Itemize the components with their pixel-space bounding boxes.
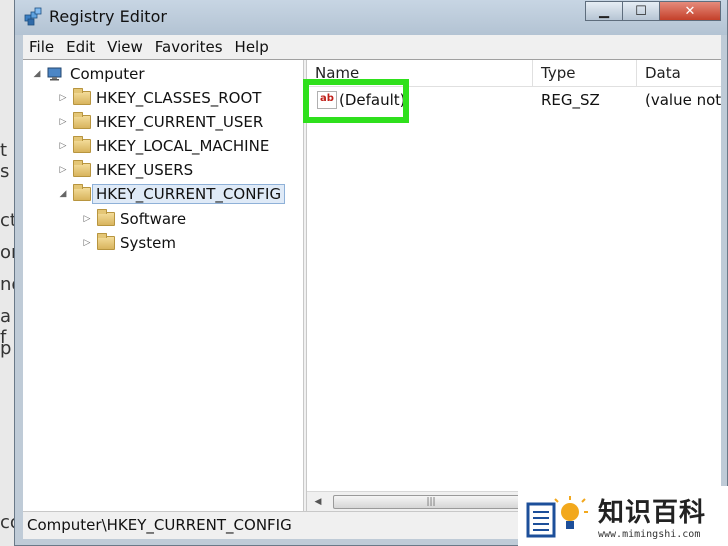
key-tree-pane: ◢ Computer ▷ HKEY_CLASSES_ROOT ▷ HKEY_CU… [23, 60, 303, 512]
tree-item-label-selected: HKEY_CURRENT_CONFIG [92, 184, 286, 204]
expanded-arrow-icon[interactable]: ◢ [57, 189, 69, 199]
tree-item-label: HKEY_CURRENT_USER [96, 113, 264, 131]
tree-item-hkey-users[interactable]: ▷ HKEY_USERS [57, 159, 193, 181]
tree-item-software[interactable]: ▷ Software [81, 208, 186, 230]
collapsed-arrow-icon[interactable]: ▷ [57, 141, 69, 151]
maximize-button[interactable]: ☐ [622, 1, 660, 21]
background-text: p [0, 338, 12, 359]
tree-item-hkey-current-user[interactable]: ▷ HKEY_CURRENT_USER [57, 111, 263, 133]
folder-icon [73, 88, 91, 105]
close-button[interactable]: ✕ [659, 1, 721, 21]
value-type: REG_SZ [541, 91, 600, 109]
scroll-left-arrow-icon[interactable]: ◀ [309, 492, 327, 512]
computer-icon [47, 67, 62, 81]
highlight-annotation [303, 79, 409, 123]
folder-icon [97, 233, 115, 250]
tree-item-computer[interactable]: ◢ Computer [31, 63, 145, 85]
menu-help[interactable]: Help [229, 38, 275, 56]
title-bar[interactable]: Registry Editor ▁ ☐ ✕ [15, 0, 727, 35]
tree-item-label: HKEY_CLASSES_ROOT [96, 89, 262, 107]
tree-item-label: System [120, 234, 176, 252]
collapsed-arrow-icon[interactable]: ▷ [57, 117, 69, 127]
registry-editor-window: Registry Editor ▁ ☐ ✕ File Edit View Fav… [14, 0, 728, 546]
folder-icon [73, 184, 91, 201]
column-header-type[interactable]: Type [533, 60, 637, 86]
folder-icon [97, 209, 115, 226]
registry-editor-icon [24, 7, 42, 26]
collapsed-arrow-icon[interactable]: ▷ [57, 165, 69, 175]
value-data: (value not s [645, 91, 721, 109]
watermark-url: www.mimingshi.com [598, 529, 701, 540]
window-title: Registry Editor [49, 7, 167, 26]
expanded-arrow-icon[interactable]: ◢ [31, 69, 43, 79]
scrollbar-thumb[interactable]: ||| [333, 495, 529, 509]
menu-file[interactable]: File [23, 38, 60, 56]
tree-item-label: HKEY_USERS [96, 161, 194, 179]
minimize-button[interactable]: ▁ [585, 1, 623, 21]
tree-item-label: Computer [70, 65, 145, 83]
folder-icon [73, 160, 91, 177]
value-list-pane: Name Type Data ab (Default) REG_SZ (valu… [303, 60, 721, 512]
collapsed-arrow-icon[interactable]: ▷ [57, 93, 69, 103]
collapsed-arrow-icon[interactable]: ▷ [81, 238, 93, 248]
watermark-title: 知识百科 [598, 498, 707, 528]
watermark: 知识百科 www.mimingshi.com [518, 486, 728, 546]
collapsed-arrow-icon[interactable]: ▷ [81, 214, 93, 224]
menu-view[interactable]: View [101, 38, 149, 56]
tree-item-system[interactable]: ▷ System [81, 232, 176, 254]
folder-icon [73, 136, 91, 153]
column-header-data[interactable]: Data [637, 60, 721, 86]
folder-icon [73, 112, 91, 129]
tree-item-hkey-classes-root[interactable]: ▷ HKEY_CLASSES_ROOT [57, 87, 261, 109]
menu-bar: File Edit View Favorites Help [23, 35, 721, 59]
book-lightbulb-logo-icon [526, 496, 588, 538]
editor-content: ◢ Computer ▷ HKEY_CLASSES_ROOT ▷ HKEY_CU… [23, 59, 721, 512]
menu-favorites[interactable]: Favorites [149, 38, 229, 56]
menu-edit[interactable]: Edit [60, 38, 101, 56]
tree-item-label: Software [120, 210, 187, 228]
caption-buttons: ▁ ☐ ✕ [585, 1, 721, 21]
tree-item-hkey-current-config[interactable]: ◢ HKEY_CURRENT_CONFIG [57, 183, 286, 205]
tree-item-hkey-local-machine[interactable]: ▷ HKEY_LOCAL_MACHINE [57, 135, 269, 157]
tree-item-label: HKEY_LOCAL_MACHINE [96, 137, 270, 155]
